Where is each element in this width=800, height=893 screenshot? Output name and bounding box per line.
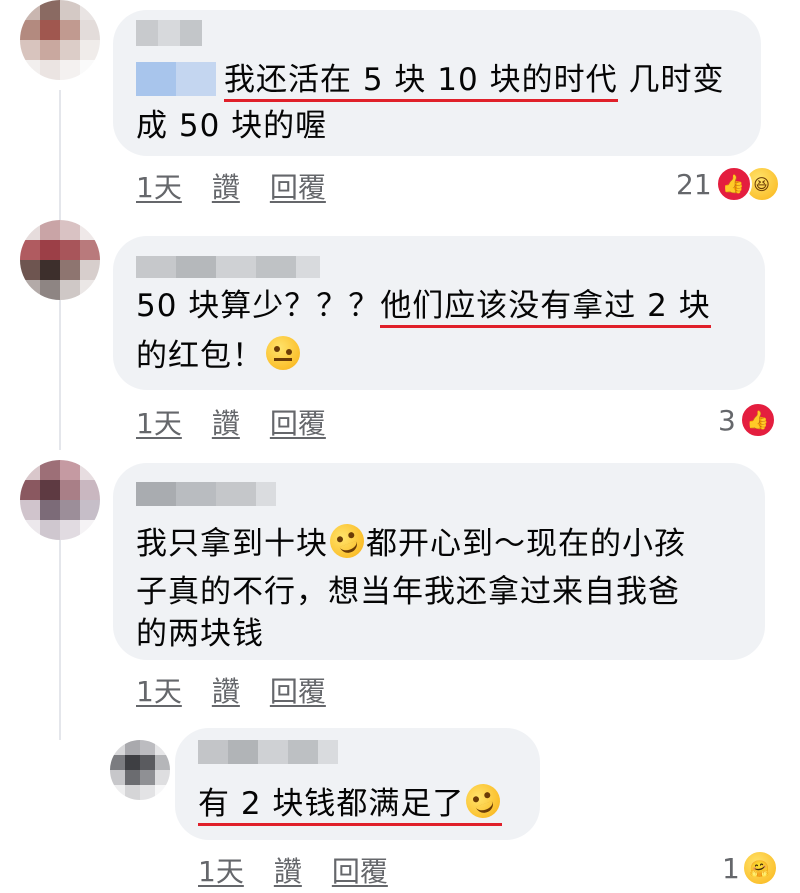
care-icon: 🤗 xyxy=(741,850,778,886)
reaction-summary[interactable]: 3 👍 xyxy=(718,402,776,438)
comment-actions: 1天 讚 回覆 xyxy=(198,850,388,890)
like-icon: 👍 xyxy=(739,402,776,438)
reaction-summary[interactable]: 21 👍 😆 xyxy=(676,166,780,202)
like-link[interactable]: 讚 xyxy=(274,850,302,890)
commenter-name-blurred[interactable] xyxy=(136,256,320,278)
underlined-text: 他们应该没有拿过 2 块 xyxy=(380,288,711,328)
comment-text: 50 块算少？？？他们应该没有拿过 2 块 xyxy=(136,278,711,334)
comment-actions: 1天 讚 回覆 xyxy=(136,402,326,442)
reaction-count: 1 xyxy=(722,851,740,885)
like-icon: 👍 xyxy=(715,166,752,202)
reply-link[interactable]: 回覆 xyxy=(332,850,388,890)
thread-line xyxy=(59,540,61,740)
like-link[interactable]: 讚 xyxy=(212,402,240,442)
commenter-name-blurred[interactable] xyxy=(136,20,202,46)
timestamp-link[interactable]: 1天 xyxy=(136,402,182,442)
comment-text: 的两块钱 xyxy=(136,616,264,652)
timestamp-link[interactable]: 1天 xyxy=(136,670,182,710)
timestamp-link[interactable]: 1天 xyxy=(136,166,182,206)
avatar[interactable] xyxy=(20,0,100,80)
reaction-summary[interactable]: 1 🤗 xyxy=(722,850,778,886)
reply-link[interactable]: 回覆 xyxy=(270,402,326,442)
reaction-count: 3 xyxy=(718,403,736,437)
comment-actions: 1天 讚 回覆 xyxy=(136,670,326,710)
comment-actions: 1天 讚 回覆 xyxy=(136,166,326,206)
commenter-name-blurred[interactable] xyxy=(136,482,276,506)
comment-text: 的红包！ xyxy=(136,328,302,384)
reaction-count: 21 xyxy=(676,167,712,201)
underlined-text: 有 2 块钱都满足了 xyxy=(198,779,506,826)
raised-eyebrow-emoji xyxy=(266,336,300,370)
avatar[interactable] xyxy=(20,220,100,300)
rofl-emoji xyxy=(325,519,369,563)
underlined-text: 我还活在 5 块 10 块的时代 xyxy=(224,62,618,102)
like-link[interactable]: 讚 xyxy=(212,166,240,206)
timestamp-link[interactable]: 1天 xyxy=(198,850,244,890)
commenter-name-blurred[interactable] xyxy=(198,740,338,764)
comment-text: 有 2 块钱都满足了 xyxy=(198,776,506,832)
commenter-name-blurred[interactable] xyxy=(136,62,216,96)
reply-link[interactable]: 回覆 xyxy=(270,670,326,710)
like-link[interactable]: 讚 xyxy=(212,670,240,710)
rofl-emoji xyxy=(461,779,506,823)
avatar[interactable] xyxy=(110,740,170,800)
reply-link[interactable]: 回覆 xyxy=(270,166,326,206)
comment-text: 成 50 块的喔 xyxy=(136,108,328,144)
avatar[interactable] xyxy=(20,460,100,540)
